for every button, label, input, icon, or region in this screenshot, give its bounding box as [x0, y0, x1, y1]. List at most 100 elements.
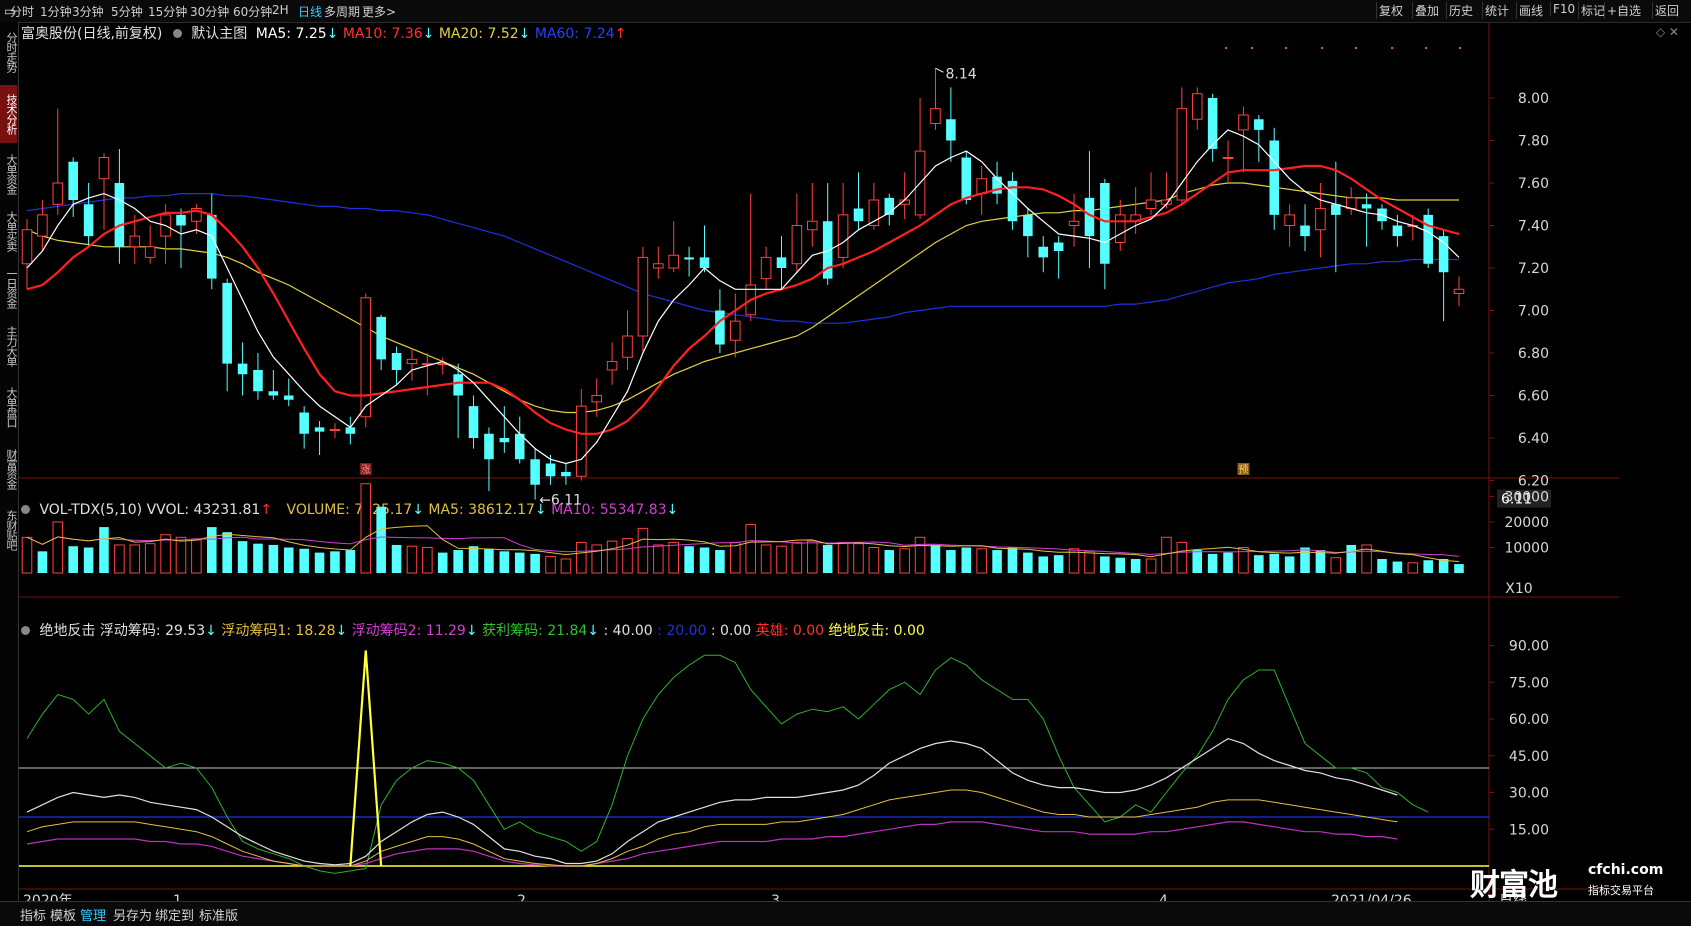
left-tab-3[interactable]: 大单买卖 [0, 204, 18, 258]
toolbar-button-7[interactable]: +自选 [1604, 2, 1643, 19]
candle-body [129, 235, 141, 248]
candle-body [946, 119, 956, 141]
candle-body [1176, 108, 1188, 201]
period-tab-2[interactable]: 3分钟 [72, 3, 104, 20]
volume-bar [453, 550, 463, 573]
volume-bar [1223, 552, 1233, 573]
period-tab-0[interactable]: 分时 [10, 3, 34, 20]
marker-dot [1285, 47, 1287, 49]
left-tab-8[interactable]: 东财贴吧 [0, 500, 18, 560]
period-tab-10[interactable]: 更多> [362, 3, 396, 20]
volume-bar [1176, 541, 1188, 574]
volume-bar [514, 552, 525, 573]
marker-dot [1355, 47, 1357, 49]
x-axis-label: 4 [1159, 893, 1168, 901]
candle-body [591, 395, 602, 403]
volume-bar [129, 544, 141, 574]
volume-bar [191, 539, 202, 574]
candle-body [1053, 242, 1064, 251]
volume-bar [314, 552, 325, 573]
volume-bar [946, 550, 956, 573]
period-tab-7[interactable]: 2H [272, 3, 289, 17]
volume-bar [976, 548, 987, 574]
left-tab-4[interactable]: 一日资金 [0, 260, 18, 316]
toolbar-button-0[interactable]: 复权 [1376, 2, 1405, 19]
left-tab-5[interactable]: 主力大单 [0, 318, 18, 374]
period-tab-1[interactable]: 1分钟 [40, 3, 72, 20]
candle-body [1222, 157, 1234, 159]
volume-bar [1454, 564, 1464, 573]
candle-body [791, 225, 803, 265]
bottom-tab-5[interactable]: 标准版 [199, 905, 238, 924]
bottom-tab-4[interactable]: 绑定到 [155, 905, 194, 924]
logo-brand: 财富池 [1470, 868, 1558, 903]
bottom-tab-1[interactable]: 模板 [50, 905, 76, 924]
candle-body [144, 246, 156, 258]
left-tab-1[interactable]: 技术分析 [0, 85, 18, 143]
candle-body [1315, 208, 1326, 231]
volume-bar [391, 544, 402, 573]
volume-bar [637, 527, 649, 574]
volume-bar [437, 552, 448, 573]
candle-body [1453, 288, 1465, 294]
candle-body [576, 405, 587, 477]
left-tab-6[interactable]: 大单盘口 [0, 376, 18, 438]
marker-dot [1251, 47, 1253, 49]
candle-body [1392, 225, 1403, 237]
candle-body [1284, 214, 1295, 226]
period-tab-3[interactable]: 5分钟 [111, 3, 143, 20]
volume-bar [499, 551, 510, 573]
left-tab-2[interactable]: 大单资金 [0, 146, 18, 202]
chart-area: 富奥股份(日线,前复权) 默认主图 MA5: 7.25↓ MA10: 7.36↓… [19, 23, 1679, 901]
candle-body [668, 254, 679, 269]
toolbar-button-8[interactable]: 返回 [1652, 2, 1681, 19]
candle-body [1023, 214, 1033, 237]
volume-bar [684, 546, 694, 573]
bottom-tab-2[interactable]: 管理 [80, 905, 106, 924]
volume-bar [899, 548, 910, 574]
period-tab-8[interactable]: 日线 [298, 3, 322, 20]
jdfj-spike [349, 650, 383, 867]
candle-body [376, 316, 386, 360]
volume-bar [1330, 557, 1342, 574]
watermark-logo: 财富池 cfchi.com 指标交易平台 [1470, 858, 1675, 903]
volume-ytick-label: 10000 [1504, 541, 1549, 557]
left-tab-0[interactable]: 分时走势 [0, 22, 18, 82]
bottom-tab-0[interactable]: 指标 [20, 905, 46, 924]
candle-body [961, 157, 972, 200]
marker-dot [1459, 47, 1461, 49]
bottom-tab-3[interactable]: 另存为 [113, 905, 152, 924]
volume-bar [330, 551, 340, 573]
period-tab-6[interactable]: 60分钟 [233, 3, 272, 20]
marker-dot [1321, 47, 1323, 49]
volume-bar [99, 527, 109, 573]
candle-body [52, 182, 64, 205]
toolbar-button-2[interactable]: 历史 [1446, 2, 1475, 19]
candle-body [837, 214, 849, 258]
volume-bar [1084, 550, 1095, 574]
volume-bar [530, 553, 540, 573]
left-tab-bar: 分时走势技术分析大单资金大单买卖一日资金主力大单大单盘口财富资金东财贴吧 [0, 22, 19, 902]
pin-icon[interactable]: ◇ ✕ [1656, 25, 1679, 39]
price-ytick-label: 6.40 [1518, 431, 1549, 447]
volume-bar [668, 541, 679, 574]
toolbar-button-5[interactable]: F10 [1550, 2, 1577, 16]
volume-bar [52, 521, 64, 574]
chart-svg[interactable]: 8.00 7.80 7.60 7.40 7.20 7.00 6.80 6.60 6.40 6.20… [19, 23, 1619, 901]
volume-bar [345, 550, 356, 573]
left-tab-7[interactable]: 财富资金 [0, 440, 18, 498]
toolbar-button-3[interactable]: 统计 [1482, 2, 1511, 19]
toolbar-button-1[interactable]: 叠加 [1412, 2, 1441, 19]
toolbar-button-4[interactable]: 画线 [1516, 2, 1545, 19]
candle-body [653, 263, 664, 269]
candle-body [1238, 114, 1249, 131]
logo-domain: cfchi.com [1588, 862, 1664, 878]
logo-tagline: 指标交易平台 [1588, 884, 1654, 897]
period-tab-5[interactable]: 30分钟 [190, 3, 229, 20]
toolbar-button-6[interactable]: 标记 [1578, 2, 1607, 19]
period-tab-4[interactable]: 15分钟 [148, 3, 187, 20]
x-axis-label: 3 [771, 893, 780, 901]
price-ytick-label: 7.00 [1518, 304, 1549, 320]
x-axis-label: 1 [173, 893, 182, 901]
period-tab-9[interactable]: 多周期 [324, 3, 360, 20]
